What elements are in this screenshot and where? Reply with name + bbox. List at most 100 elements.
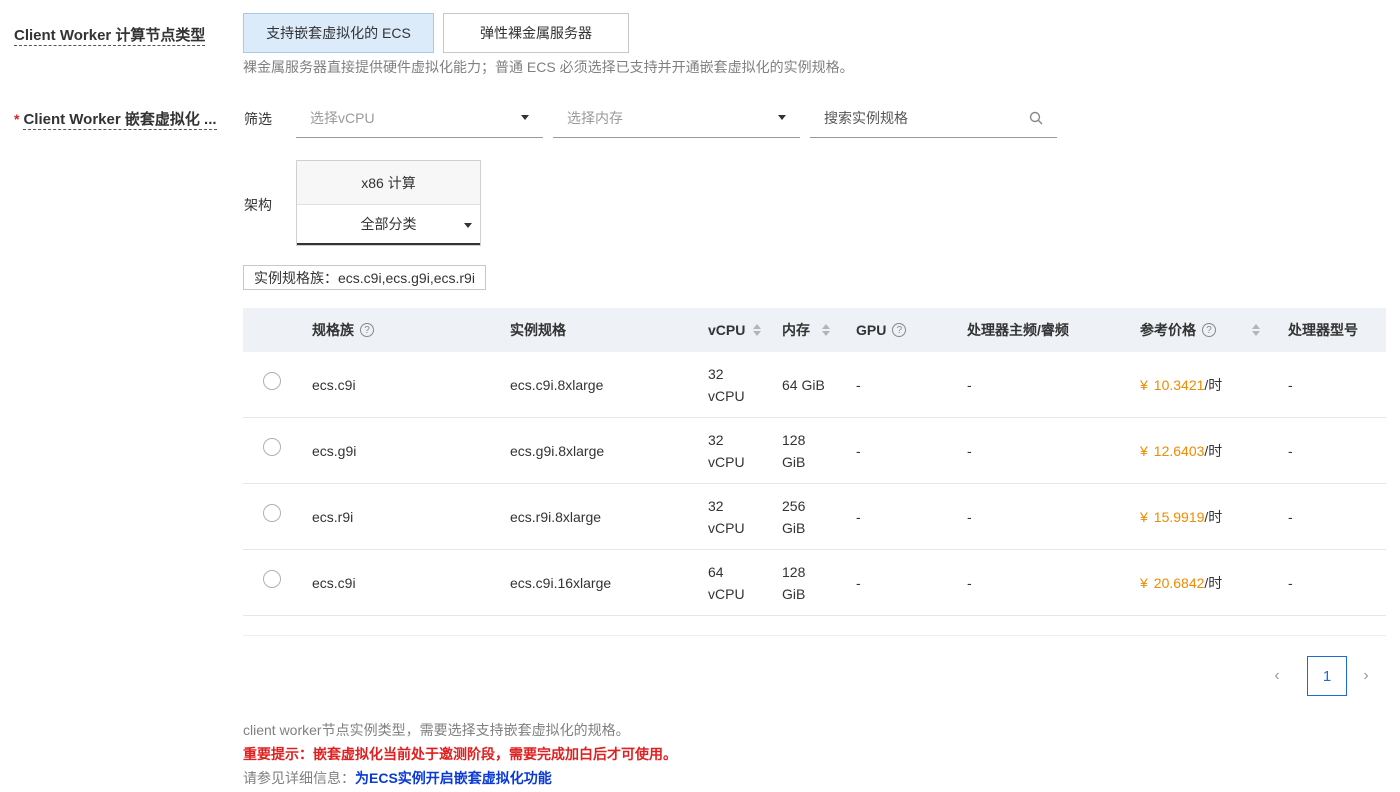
header-vcpu[interactable]: vCPU bbox=[708, 308, 762, 352]
cell-memory: 256 bbox=[782, 616, 805, 635]
arch-x86-label: x86 计算 bbox=[361, 174, 416, 191]
cell-gpu: - bbox=[856, 352, 861, 418]
node-type-help: 裸金属服务器直接提供硬件虚拟化能力；普通 ECS 必须选择已支持并开通嵌套虚拟化… bbox=[243, 59, 854, 75]
family-tag: 实例规格族：ecs.c9i,ecs.g9i,ecs.r9i bbox=[243, 265, 486, 290]
price-value: 10.3421 bbox=[1153, 377, 1205, 393]
header-cpu-model-label: 处理器型号 bbox=[1288, 322, 1358, 338]
caret-down-icon bbox=[778, 115, 786, 120]
header-freq: 处理器主频/睿频 bbox=[967, 308, 1069, 352]
question-circle-icon[interactable]: ? bbox=[360, 323, 374, 337]
header-vcpu-label: vCPU bbox=[708, 322, 746, 338]
question-circle-icon[interactable]: ? bbox=[1202, 323, 1216, 337]
mem-unit: GiB bbox=[782, 586, 806, 602]
row-select-cell bbox=[263, 484, 281, 550]
page-number-button[interactable]: 1 bbox=[1307, 656, 1347, 696]
spec-text: ecs.g9i.8xlarge bbox=[510, 443, 605, 459]
search-icon[interactable] bbox=[1029, 111, 1043, 125]
sort-icon[interactable] bbox=[822, 324, 830, 336]
price-currency: ¥ bbox=[1140, 377, 1148, 393]
cell-family: ecs.c9i bbox=[312, 352, 356, 418]
option-nested-ecs-button[interactable]: 支持嵌套虚拟化的 ECS bbox=[243, 13, 434, 53]
header-memory[interactable]: 内存 bbox=[782, 308, 830, 352]
vcpu-unit: vCPU bbox=[708, 520, 745, 536]
next-page-button[interactable]: › bbox=[1354, 664, 1378, 688]
gpu-text: - bbox=[856, 443, 861, 459]
cell-freq: - bbox=[967, 418, 972, 484]
family-text: ecs.r9i bbox=[312, 509, 354, 525]
price-value: 20.6842 bbox=[1153, 575, 1205, 591]
table-row[interactable]: ecs.g9i ecs.g9i.8xlarge 32 vCPU 128 GiB - - ¥12.… bbox=[243, 418, 1386, 484]
cell-family: ecs.g9i bbox=[312, 418, 356, 484]
cell-gpu: - bbox=[856, 484, 861, 550]
cell-vcpu: 64 vCPU bbox=[708, 550, 745, 616]
sort-icon[interactable] bbox=[1252, 324, 1260, 336]
vcpu-select-placeholder: 选择vCPU bbox=[310, 109, 375, 126]
note-details-prefix: 请参见详细信息： bbox=[243, 770, 355, 786]
freq-text: - bbox=[967, 509, 972, 525]
cpu-model-text: - bbox=[1288, 575, 1293, 591]
option-bare-metal-label: 弹性裸金属服务器 bbox=[480, 25, 592, 41]
table-row[interactable]: ecs.c9i ecs.c9i.8xlarge 32 vCPU 64 GiB - - ¥10.… bbox=[243, 352, 1386, 418]
question-circle-icon[interactable]: ? bbox=[892, 323, 907, 337]
filter-label: 筛选 bbox=[244, 111, 272, 127]
sort-icon[interactable] bbox=[753, 324, 762, 336]
arch-selector: x86 计算 全部分类 bbox=[296, 160, 481, 246]
header-spec: 实例规格 bbox=[510, 308, 566, 352]
mem-value: 128 bbox=[782, 564, 806, 580]
row-radio[interactable] bbox=[263, 372, 281, 390]
cell-cpu-model: - bbox=[1288, 550, 1293, 616]
search-placeholder: 搜索实例规格 bbox=[824, 109, 908, 126]
cell-freq: - bbox=[967, 550, 972, 616]
row-radio[interactable] bbox=[263, 438, 281, 456]
price-unit: /时 bbox=[1204, 443, 1223, 459]
mem-stack: 64 GiB bbox=[782, 374, 825, 396]
price-currency: ¥ bbox=[1140, 509, 1148, 525]
header-price[interactable]: 参考价格 ? bbox=[1140, 308, 1260, 352]
prev-page-button[interactable]: ‹ bbox=[1265, 664, 1289, 688]
arch-x86-option[interactable]: x86 计算 bbox=[297, 161, 480, 205]
mem-value: 64 GiB bbox=[782, 377, 825, 393]
vcpu-value: 32 bbox=[708, 498, 724, 514]
cell-spec: ecs.r9i.8xlarge bbox=[510, 484, 601, 550]
cpu-model-text: - bbox=[1288, 443, 1293, 459]
table-row[interactable]: 64 256 bbox=[243, 616, 1386, 635]
memory-select[interactable]: 选择内存 bbox=[553, 98, 800, 138]
header-price-label: 参考价格 bbox=[1140, 322, 1196, 338]
vcpu-unit: vCPU bbox=[708, 586, 745, 602]
cell-price: ¥15.9919/时 bbox=[1140, 484, 1222, 550]
row-radio[interactable] bbox=[263, 504, 281, 522]
spec-text: ecs.r9i.8xlarge bbox=[510, 509, 602, 525]
family-text: ecs.c9i bbox=[312, 377, 356, 393]
table-row[interactable]: ecs.c9i ecs.c9i.16xlarge 64 vCPU 128 GiB - - ¥20… bbox=[243, 550, 1386, 616]
cell-gpu: - bbox=[856, 550, 861, 616]
option-bare-metal-button[interactable]: 弹性裸金属服务器 bbox=[443, 13, 629, 53]
cell-memory: 128 GiB bbox=[782, 418, 805, 484]
cell-family: ecs.c9i bbox=[312, 550, 356, 616]
instance-spec-label: * Client Worker 嵌套虚拟化 ... bbox=[14, 108, 217, 130]
gpu-text: - bbox=[856, 575, 861, 591]
table-row[interactable]: ecs.r9i ecs.r9i.8xlarge 32 vCPU 256 GiB - - ¥15.… bbox=[243, 484, 1386, 550]
vcpu-select[interactable]: 选择vCPU bbox=[296, 98, 543, 138]
header-family: 规格族 ? bbox=[312, 308, 374, 352]
price-unit: /时 bbox=[1204, 509, 1223, 525]
cell-vcpu: 32 vCPU bbox=[708, 352, 745, 418]
price-unit: /时 bbox=[1204, 377, 1223, 393]
price-value: 15.9919 bbox=[1153, 509, 1205, 525]
search-input[interactable]: 搜索实例规格 bbox=[810, 98, 1057, 138]
mem-unit: GiB bbox=[782, 454, 806, 470]
row-radio[interactable] bbox=[263, 570, 281, 588]
gpu-text: - bbox=[856, 509, 861, 525]
mem-stack: 128 GiB bbox=[782, 561, 805, 605]
spec-text: ecs.c9i.8xlarge bbox=[510, 377, 604, 393]
cell-vcpu: 32 vCPU bbox=[708, 418, 745, 484]
cell-price bbox=[1140, 616, 1146, 635]
cell-freq: - bbox=[967, 484, 972, 550]
memory-select-placeholder: 选择内存 bbox=[567, 109, 623, 126]
required-mark: * bbox=[14, 111, 20, 127]
category-select[interactable]: 全部分类 bbox=[297, 205, 480, 245]
price-currency: ¥ bbox=[1140, 443, 1148, 459]
nested-virtualization-doc-link[interactable]: 为ECS实例开启嵌套虚拟化功能 bbox=[355, 770, 552, 786]
cell-cpu-model: - bbox=[1288, 352, 1293, 418]
header-gpu: GPU ? bbox=[856, 308, 907, 352]
vcpu-value: 64 bbox=[708, 564, 724, 580]
